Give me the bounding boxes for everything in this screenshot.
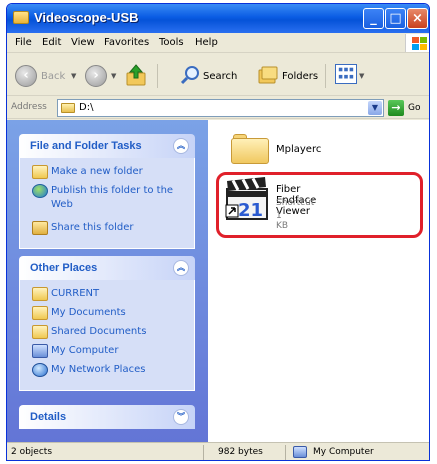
- place-label: My Computer: [51, 345, 119, 356]
- place-my-computer[interactable]: My Computer: [20, 344, 194, 363]
- folder-icon: [13, 11, 29, 24]
- network-places-icon: [32, 363, 48, 377]
- menu-edit[interactable]: Edit: [42, 37, 61, 48]
- maximize-button[interactable]: □: [385, 8, 406, 29]
- address-label: Address: [11, 102, 47, 112]
- place-shared-documents[interactable]: Shared Documents: [20, 325, 194, 344]
- forward-dropdown-icon[interactable]: ▼: [111, 72, 116, 80]
- search-icon[interactable]: [180, 65, 200, 85]
- collapse-chevron-icon[interactable]: ︽: [173, 260, 189, 276]
- status-bar: 2 objects 982 bytes My Computer: [7, 442, 429, 460]
- panel-header[interactable]: File and Folder Tasks ︽: [19, 134, 195, 158]
- collapse-chevron-icon[interactable]: ︽: [173, 138, 189, 154]
- minimize-button[interactable]: _: [363, 8, 384, 29]
- my-documents-icon: [32, 306, 48, 320]
- folders-icon[interactable]: [258, 66, 278, 84]
- panel-title: Details: [30, 411, 67, 423]
- panel-title: File and Folder Tasks: [30, 140, 142, 152]
- folders-button-label[interactable]: Folders: [282, 71, 318, 82]
- drive-folder-icon: [61, 103, 75, 113]
- views-icon[interactable]: [335, 64, 357, 84]
- panel-header[interactable]: Details ︾: [19, 405, 195, 429]
- my-computer-icon: [293, 446, 307, 458]
- menu-file[interactable]: File: [15, 37, 32, 48]
- place-label: My Documents: [51, 307, 126, 318]
- search-button-label[interactable]: Search: [203, 71, 237, 82]
- task-publish-folder[interactable]: Publish this folder to the Web: [20, 184, 194, 221]
- place-label: Shared Documents: [51, 326, 147, 337]
- task-label: Publish this folder to the Web: [51, 185, 174, 210]
- menu-tools[interactable]: Tools: [159, 37, 184, 48]
- shared-documents-icon: [32, 325, 48, 339]
- status-location: My Computer: [313, 447, 374, 457]
- address-field[interactable]: D:\ ▼: [57, 99, 384, 117]
- place-label: CURRENT: [51, 288, 100, 299]
- other-places-panel: Other Places ︽ CURRENT My Documents Shar…: [19, 256, 195, 391]
- menu-bar: File Edit View Favorites Tools Help: [7, 33, 429, 53]
- task-pane: File and Folder Tasks ︽ Make a new folde…: [7, 120, 208, 442]
- my-computer-icon: [32, 344, 48, 358]
- go-arrow-icon[interactable]: →: [388, 100, 404, 116]
- panel-header[interactable]: Other Places ︽: [19, 256, 195, 280]
- back-arrow-icon[interactable]: ‹: [15, 65, 37, 87]
- task-share-folder[interactable]: Share this folder: [20, 221, 194, 240]
- views-dropdown-icon[interactable]: ▼: [359, 72, 364, 80]
- title-bar[interactable]: Videoscope-USB _ □ ×: [7, 4, 429, 33]
- address-value[interactable]: D:\: [79, 102, 93, 113]
- go-button-label[interactable]: Go: [408, 103, 420, 113]
- file-folder-tasks-panel: File and Folder Tasks ︽ Make a new folde…: [19, 134, 195, 249]
- task-label: Share this folder: [51, 222, 134, 233]
- status-separator: [285, 445, 286, 460]
- publish-web-icon: [32, 184, 48, 198]
- address-bar: Address D:\ ▼ → Go: [7, 97, 429, 119]
- expand-chevron-icon[interactable]: ︾: [173, 409, 189, 425]
- explorer-window: Videoscope-USB _ □ × File Edit View Favo…: [6, 3, 430, 461]
- task-label: Make a new folder: [51, 166, 143, 177]
- toolbar: ‹ Back ▼ › ▼ Search Folders ▼: [7, 54, 429, 96]
- address-dropdown-icon[interactable]: ▼: [368, 101, 382, 115]
- back-dropdown-icon[interactable]: ▼: [71, 72, 76, 80]
- highlight-annotation: [216, 172, 423, 238]
- file-list-area: Mplayerc 21 Fiber Endface Viewer Shortcu…: [208, 120, 429, 442]
- place-current[interactable]: CURRENT: [20, 287, 194, 306]
- toolbar-separator: [325, 64, 326, 88]
- details-panel: Details ︾: [19, 405, 195, 429]
- status-bytes: 982 bytes: [218, 447, 263, 457]
- panel-body: Make a new folder Publish this folder to…: [19, 158, 195, 249]
- forward-arrow-icon[interactable]: ›: [85, 65, 107, 87]
- task-make-new-folder[interactable]: Make a new folder: [20, 165, 194, 184]
- menu-view[interactable]: View: [71, 37, 95, 48]
- place-my-documents[interactable]: My Documents: [20, 306, 194, 325]
- file-name: Mplayerc: [276, 144, 322, 155]
- back-button-label[interactable]: Back: [41, 71, 65, 82]
- toolbar-separator: [157, 64, 158, 88]
- close-button[interactable]: ×: [407, 8, 428, 29]
- panel-body: CURRENT My Documents Shared Documents My…: [19, 280, 195, 391]
- share-folder-icon: [32, 221, 48, 235]
- menu-help[interactable]: Help: [195, 37, 218, 48]
- panel-title: Other Places: [30, 262, 98, 274]
- new-folder-icon: [32, 165, 48, 179]
- status-objects: 2 objects: [11, 447, 53, 457]
- status-separator: [203, 445, 204, 460]
- menu-favorites[interactable]: Favorites: [104, 37, 149, 48]
- windows-logo-icon: [405, 34, 429, 52]
- folder-icon: [231, 134, 269, 164]
- place-my-network-places[interactable]: My Network Places: [20, 363, 194, 382]
- folder-up-icon[interactable]: [126, 64, 146, 86]
- place-label: My Network Places: [51, 364, 146, 375]
- folder-icon: [32, 287, 48, 301]
- window-title: Videoscope-USB: [34, 10, 139, 25]
